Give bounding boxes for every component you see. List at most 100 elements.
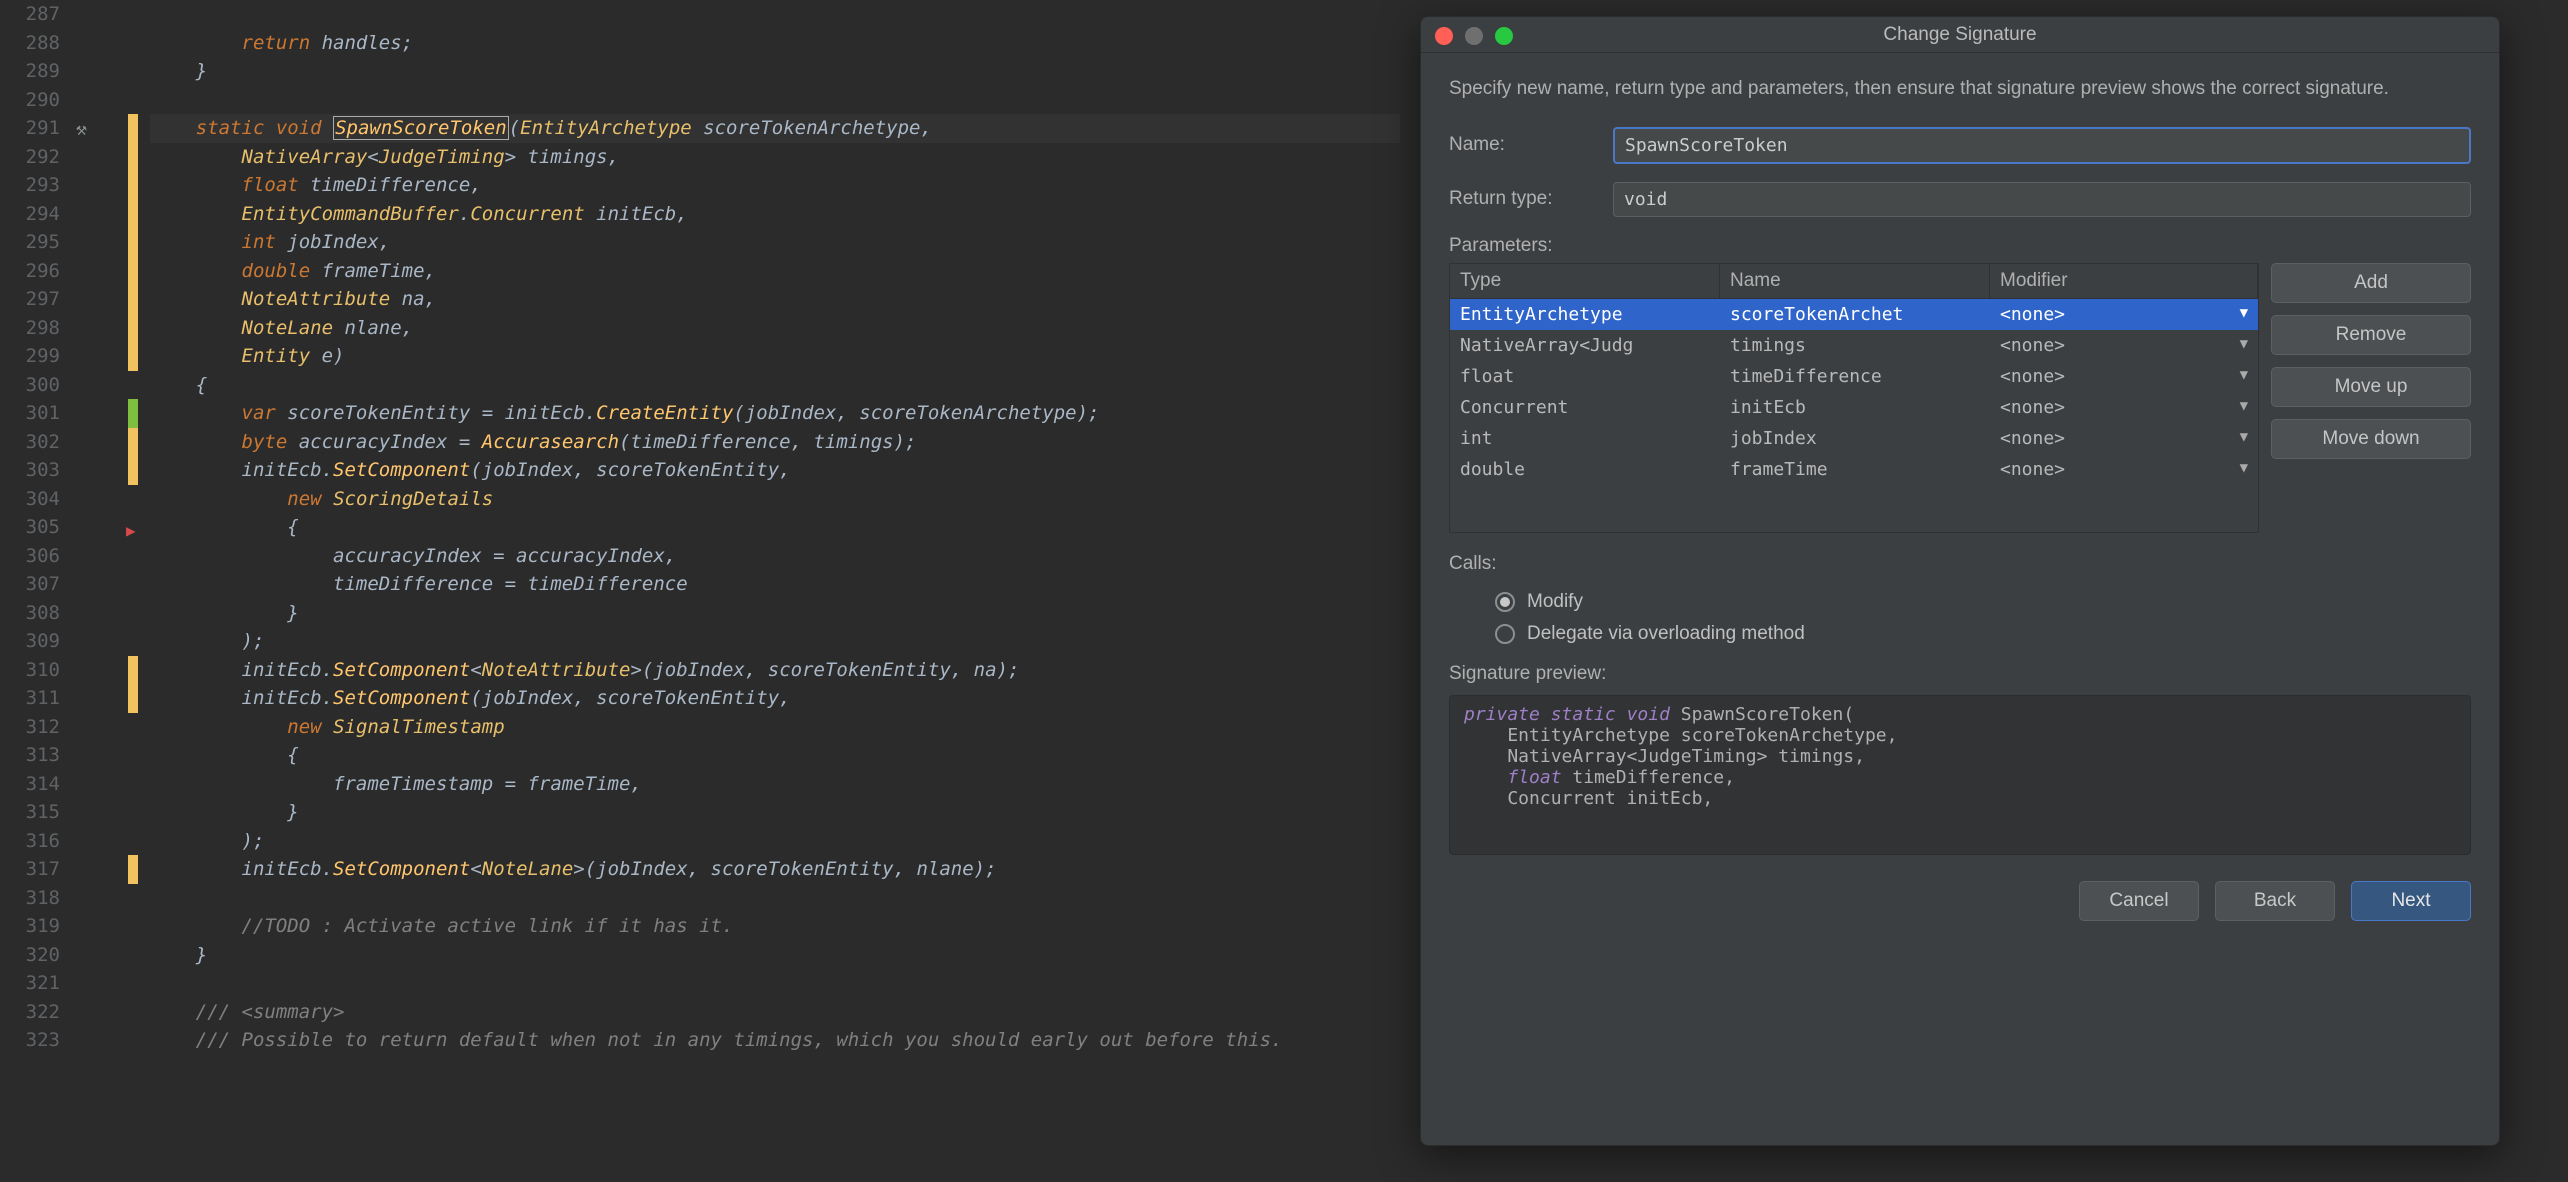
code-line[interactable]: initEcb.SetComponent(jobIndex, scoreToke…	[150, 456, 1400, 485]
line-number: 298	[0, 314, 60, 343]
code-line[interactable]	[150, 884, 1400, 913]
parameters-label: Parameters:	[1449, 235, 2471, 257]
code-line[interactable]	[150, 86, 1400, 115]
remove-button[interactable]: Remove	[2271, 315, 2471, 355]
code-line[interactable]	[150, 969, 1400, 998]
code-line[interactable]: float timeDifference,	[150, 171, 1400, 200]
line-number: 301	[0, 399, 60, 428]
cell-type: EntityArchetype	[1450, 299, 1720, 330]
code-line[interactable]: NativeArray<JudgeTiming> timings,	[150, 143, 1400, 172]
move-down-button[interactable]: Move down	[2271, 419, 2471, 459]
back-button[interactable]: Back	[2215, 881, 2335, 921]
code-line[interactable]: }	[150, 599, 1400, 628]
return-type-input[interactable]	[1613, 182, 2471, 217]
close-icon[interactable]	[1435, 27, 1453, 45]
col-modifier: Modifier	[1990, 264, 2258, 298]
code-line[interactable]: int jobIndex,	[150, 228, 1400, 257]
code-line[interactable]: double frameTime,	[150, 257, 1400, 286]
table-row[interactable]: doubleframeTime<none>▼	[1450, 454, 2258, 485]
cell-modifier[interactable]: <none>▼	[1990, 361, 2258, 392]
parameters-table[interactable]: Type Name Modifier EntityArchetypescoreT…	[1449, 263, 2259, 533]
code-line[interactable]: //TODO : Activate active link if it has …	[150, 912, 1400, 941]
cell-modifier[interactable]: <none>▼	[1990, 392, 2258, 423]
line-number: 299	[0, 342, 60, 371]
line-number: 319	[0, 912, 60, 941]
code-line[interactable]: /// <summary>	[150, 998, 1400, 1027]
change-marker	[128, 314, 138, 343]
next-button[interactable]: Next	[2351, 881, 2471, 921]
change-marker	[128, 342, 138, 371]
code-line[interactable]: );	[150, 627, 1400, 656]
code-line[interactable]: initEcb.SetComponent<NoteAttribute>(jobI…	[150, 656, 1400, 685]
code-line[interactable]: new ScoringDetails	[150, 485, 1400, 514]
cancel-button[interactable]: Cancel	[2079, 881, 2199, 921]
code-line[interactable]: {	[150, 513, 1400, 542]
code-line[interactable]: byte accuracyIndex = Accurasearch(timeDi…	[150, 428, 1400, 457]
code-line[interactable]: initEcb.SetComponent(jobIndex, scoreToke…	[150, 684, 1400, 713]
radio-delegate[interactable]: Delegate via overloading method	[1495, 623, 2471, 645]
bookmark-icon[interactable]: ▶	[126, 517, 136, 546]
preview-line: EntityArchetype scoreTokenArchetype,	[1464, 725, 2456, 746]
line-number: 300	[0, 371, 60, 400]
line-number: 287	[0, 0, 60, 29]
cell-type: NativeArray<Judg	[1450, 330, 1720, 361]
table-row[interactable]: EntityArchetypescoreTokenArchet<none>▼	[1450, 299, 2258, 330]
zoom-icon[interactable]	[1495, 27, 1513, 45]
code-line[interactable]: timeDifference = timeDifference	[150, 570, 1400, 599]
code-line[interactable]: EntityCommandBuffer.Concurrent initEcb,	[150, 200, 1400, 229]
cell-modifier[interactable]: <none>▼	[1990, 423, 2258, 454]
code-line[interactable]: new SignalTimestamp	[150, 713, 1400, 742]
change-marker	[128, 114, 138, 143]
code-line[interactable]: {	[150, 741, 1400, 770]
move-up-button[interactable]: Move up	[2271, 367, 2471, 407]
line-number: 310	[0, 656, 60, 685]
code-area[interactable]: return handles; } static void SpawnScore…	[150, 0, 1400, 1182]
line-number: 304	[0, 485, 60, 514]
cell-modifier[interactable]: <none>▼	[1990, 330, 2258, 361]
change-signature-dialog: Change Signature Specify new name, retur…	[1420, 16, 2500, 1146]
code-line[interactable]: }	[150, 798, 1400, 827]
code-line[interactable]: {	[150, 371, 1400, 400]
code-line[interactable]	[150, 0, 1400, 29]
line-number: 311	[0, 684, 60, 713]
add-button[interactable]: Add	[2271, 263, 2471, 303]
change-marker	[128, 285, 138, 314]
add-marker	[128, 399, 138, 428]
code-line[interactable]: static void SpawnScoreToken(EntityArchet…	[150, 114, 1400, 143]
name-input[interactable]	[1613, 127, 2471, 164]
code-line[interactable]: NoteAttribute na,	[150, 285, 1400, 314]
line-number: 291	[0, 114, 60, 143]
code-line[interactable]: );	[150, 827, 1400, 856]
dialog-title: Change Signature	[1421, 24, 2499, 46]
code-line[interactable]: frameTimestamp = frameTime,	[150, 770, 1400, 799]
code-line[interactable]: initEcb.SetComponent<NoteLane>(jobIndex,…	[150, 855, 1400, 884]
change-marker	[128, 855, 138, 884]
name-label: Name:	[1449, 134, 1599, 156]
line-number: 290	[0, 86, 60, 115]
line-number: 320	[0, 941, 60, 970]
code-line[interactable]: accuracyIndex = accuracyIndex,	[150, 542, 1400, 571]
table-row[interactable]: NativeArray<Judgtimings<none>▼	[1450, 330, 2258, 361]
table-row[interactable]: intjobIndex<none>▼	[1450, 423, 2258, 454]
table-row[interactable]: ConcurrentinitEcb<none>▼	[1450, 392, 2258, 423]
table-row[interactable]: floattimeDifference<none>▼	[1450, 361, 2258, 392]
code-line[interactable]: return handles;	[150, 29, 1400, 58]
code-line[interactable]: }	[150, 57, 1400, 86]
minimize-icon[interactable]	[1465, 27, 1483, 45]
chevron-down-icon: ▼	[2240, 367, 2248, 383]
code-line[interactable]: /// Possible to return default when not …	[150, 1026, 1400, 1055]
code-line[interactable]: Entity e)	[150, 342, 1400, 371]
code-editor[interactable]: 2872882892902912922932942952962972982993…	[0, 0, 1400, 1182]
code-line[interactable]: }	[150, 941, 1400, 970]
code-line[interactable]: var scoreTokenEntity = initEcb.CreateEnt…	[150, 399, 1400, 428]
dialog-intro: Specify new name, return type and parame…	[1449, 75, 2471, 103]
line-number: 296	[0, 257, 60, 286]
cell-modifier[interactable]: <none>▼	[1990, 454, 2258, 485]
cell-modifier[interactable]: <none>▼	[1990, 299, 2258, 330]
cell-type: double	[1450, 454, 1720, 485]
code-line[interactable]: NoteLane nlane,	[150, 314, 1400, 343]
line-number: 307	[0, 570, 60, 599]
change-marker	[128, 143, 138, 172]
radio-modify[interactable]: Modify	[1495, 591, 2471, 613]
hammer-icon[interactable]: ⚒	[76, 116, 87, 145]
